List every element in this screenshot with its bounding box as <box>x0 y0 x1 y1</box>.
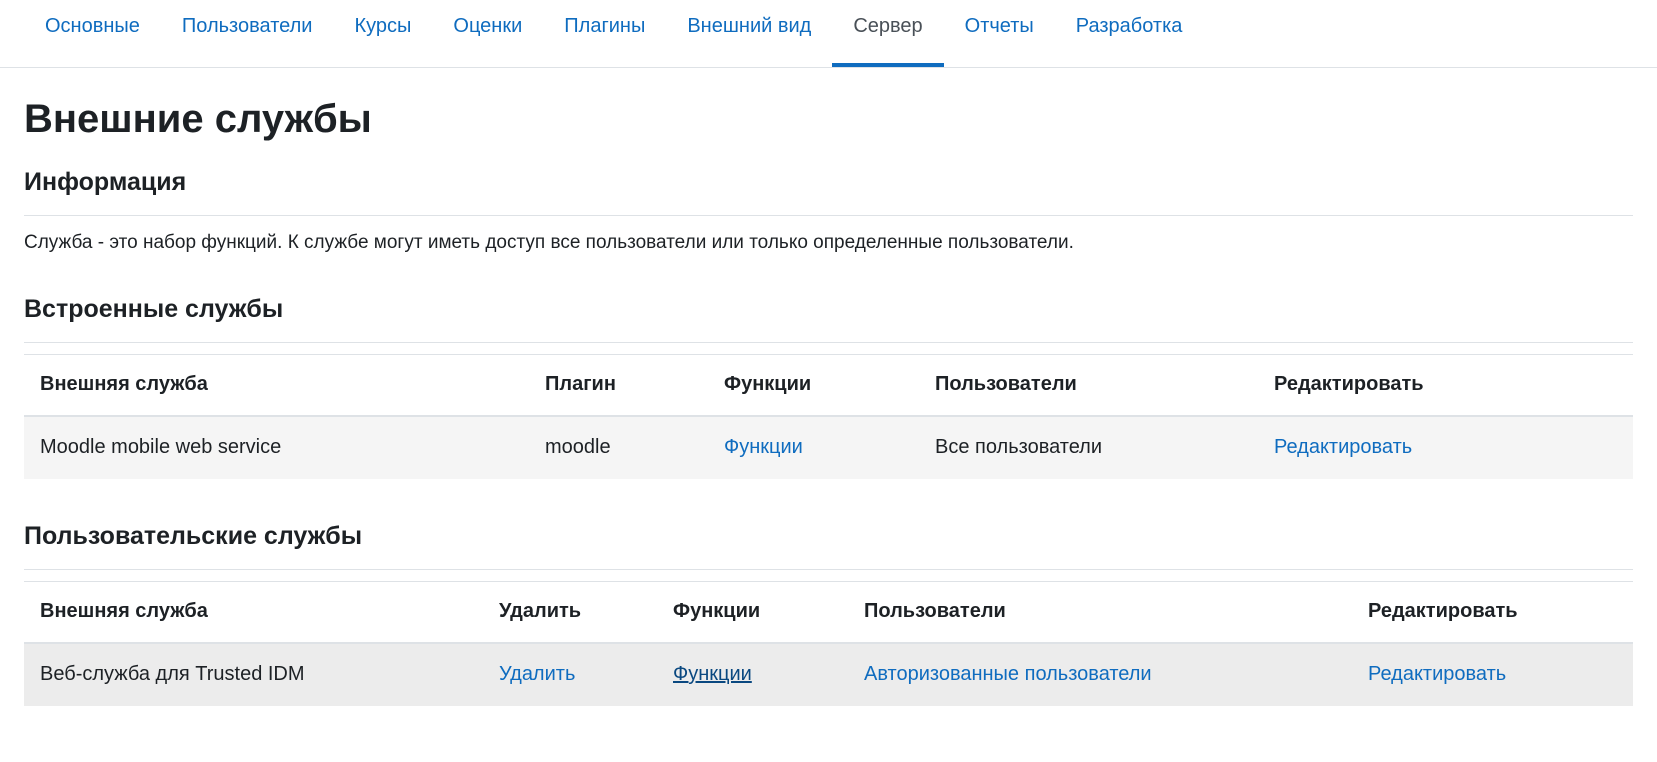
tab-users[interactable]: Пользователи <box>161 0 334 67</box>
main-content: Внешние службы Информация Служба - это н… <box>0 95 1657 706</box>
column-header-edit: Редактировать <box>1274 373 1424 395</box>
tab-appearance[interactable]: Внешний вид <box>666 0 832 67</box>
edit-cell: Редактировать <box>1352 643 1633 706</box>
plugin-name: moodle <box>545 436 611 458</box>
tab-plugins[interactable]: Плагины <box>543 0 666 67</box>
column-header-service: Внешняя служба <box>40 373 208 395</box>
table-row: Moodle mobile web service moodle Функции… <box>24 415 1633 479</box>
users-value: Все пользователи <box>935 436 1103 458</box>
users-cell: Авторизованные пользователи <box>848 643 1352 706</box>
custom-divider <box>24 568 1633 570</box>
service-name: Веб-служба для Trusted IDM <box>40 663 305 685</box>
functions-link[interactable]: Функции <box>673 663 752 685</box>
functions-cell: Функции <box>708 416 919 479</box>
tab-development[interactable]: Разработка <box>1055 0 1204 67</box>
custom-services-table: Внешняя служба Удалить Функции Пользоват… <box>24 581 1633 706</box>
info-text: Служба - это набор функций. К службе мог… <box>24 232 1074 253</box>
delete-link[interactable]: Удалить <box>499 663 575 685</box>
builtin-services-heading: Встроенные службы <box>24 294 284 323</box>
column-header-users: Пользователи <box>935 373 1077 395</box>
column-header-delete: Удалить <box>499 600 582 622</box>
tab-server[interactable]: Сервер <box>832 0 944 67</box>
functions-cell: Функции <box>657 643 848 706</box>
info-heading: Информация <box>24 168 187 196</box>
tab-courses[interactable]: Курсы <box>333 0 432 67</box>
tab-general[interactable]: Основные <box>24 0 161 67</box>
table-row: Веб-служба для Trusted IDM Удалить Функц… <box>24 642 1633 706</box>
builtin-divider <box>24 341 1633 343</box>
table-header-row: Внешняя служба Плагин Функции Пользовате… <box>24 354 1633 416</box>
column-header-functions: Функции <box>724 373 812 395</box>
column-header-service: Внешняя служба <box>40 600 208 622</box>
tab-grades[interactable]: Оценки <box>432 0 543 67</box>
info-divider <box>24 215 1633 216</box>
authorized-users-link[interactable]: Авторизованные пользователи <box>864 663 1152 685</box>
column-header-users: Пользователи <box>864 600 1006 622</box>
custom-services-heading: Пользовательские службы <box>24 521 363 550</box>
column-header-edit: Редактировать <box>1368 600 1518 622</box>
admin-nav-tabs: Основные Пользователи Курсы Оценки Плаги… <box>0 0 1657 68</box>
edit-cell: Редактировать <box>1258 416 1633 479</box>
delete-cell: Удалить <box>483 643 657 706</box>
tab-reports[interactable]: Отчеты <box>944 0 1055 67</box>
functions-link[interactable]: Функции <box>724 436 803 458</box>
edit-link[interactable]: Редактировать <box>1368 663 1506 685</box>
edit-link[interactable]: Редактировать <box>1274 436 1412 458</box>
table-header-row: Внешняя служба Удалить Функции Пользоват… <box>24 581 1633 643</box>
page-title: Внешние службы <box>24 97 372 141</box>
service-name: Moodle mobile web service <box>40 436 282 458</box>
builtin-services-table: Внешняя служба Плагин Функции Пользовате… <box>24 354 1633 479</box>
column-header-functions: Функции <box>673 600 761 622</box>
column-header-plugin: Плагин <box>545 373 616 395</box>
